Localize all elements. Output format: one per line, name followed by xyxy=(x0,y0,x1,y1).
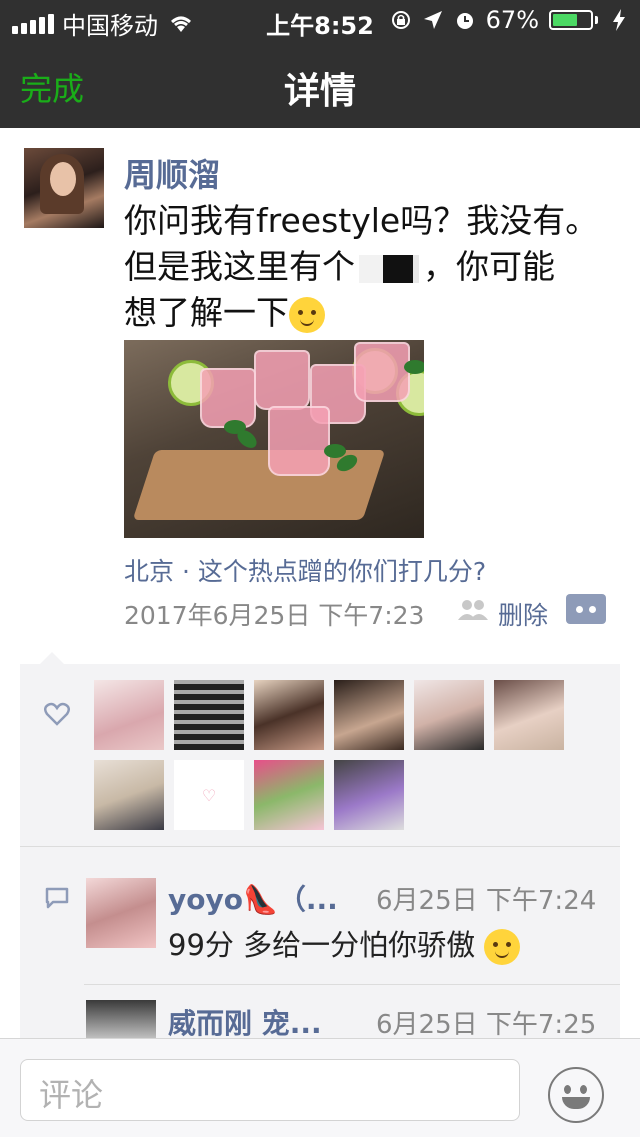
liker-avatar[interactable] xyxy=(494,680,564,750)
comment-bar: 评论 xyxy=(0,1038,640,1137)
comment-icon xyxy=(45,887,69,909)
location-link[interactable]: 北京 · 这个热点蹭的你们打几分? xyxy=(124,552,486,588)
liker-avatar[interactable] xyxy=(414,680,484,750)
liker-avatar[interactable] xyxy=(254,760,324,830)
post-timestamp: 2017年6月25日 下午7:23 xyxy=(124,601,425,630)
battery-percent: 67% xyxy=(485,6,539,34)
alarm-icon xyxy=(456,13,473,29)
liker-avatar[interactable] xyxy=(254,680,324,750)
visibility-group-icon xyxy=(458,600,488,620)
author-name[interactable]: 周顺溜 xyxy=(124,150,220,196)
nav-bar: 完成 详情 xyxy=(0,40,640,128)
comment-text: 99分 多给一分怕你骄傲 xyxy=(168,922,521,965)
lock-rotation-icon xyxy=(391,11,410,29)
liker-avatar[interactable] xyxy=(174,680,244,750)
post-text-line: 但是我这里有个 ，你可能 xyxy=(124,247,555,286)
top-bar: 中国移动 上午8:52 67% 完成 详情 xyxy=(0,0,640,128)
liker-avatar[interactable] xyxy=(94,680,164,750)
post-text: 你问我有freestyle吗？我没有。 但是我这里有个 ，你可能 想了解一下 xyxy=(124,198,614,336)
liker-avatar[interactable] xyxy=(334,760,404,830)
emoji-picker-button[interactable] xyxy=(548,1067,604,1123)
page-title: 详情 xyxy=(283,71,356,112)
location-icon xyxy=(423,11,442,29)
divider xyxy=(84,984,620,985)
liker-avatar[interactable] xyxy=(94,760,164,830)
post-text-line: 想了解一下 xyxy=(124,290,614,336)
post-text-line: 你问我有freestyle吗？我没有。 xyxy=(124,201,599,240)
comment-placeholder: 评论 xyxy=(39,1076,104,1114)
more-actions-button[interactable] xyxy=(566,594,606,624)
charging-icon xyxy=(613,9,625,31)
author-avatar[interactable] xyxy=(24,148,104,228)
status-bar: 中国移动 上午8:52 67% xyxy=(0,0,640,40)
liker-avatar[interactable]: ♡ xyxy=(174,760,244,830)
commenter-name[interactable]: yoyo👠（... xyxy=(168,878,338,918)
liker-avatar[interactable] xyxy=(334,680,404,750)
blush-emoji-icon xyxy=(289,296,325,333)
post-photo[interactable] xyxy=(124,340,424,538)
commenter-name[interactable]: 威而刚 宠... xyxy=(168,1002,322,1042)
delete-button[interactable]: 删除 xyxy=(498,596,548,632)
heart-icon xyxy=(44,702,70,726)
comment-time: 6月25日 下午7:25 xyxy=(376,1010,597,1040)
box-arrow xyxy=(40,652,64,664)
commenter-avatar[interactable] xyxy=(86,878,156,948)
comment-input[interactable]: 评论 xyxy=(20,1059,520,1121)
censored-block xyxy=(359,254,419,283)
comment-time: 6月25日 下午7:24 xyxy=(376,886,597,916)
commenter-avatar[interactable] xyxy=(86,1000,156,1038)
battery-icon xyxy=(549,10,598,30)
smirk-emoji-icon xyxy=(484,929,521,965)
divider xyxy=(20,846,620,847)
